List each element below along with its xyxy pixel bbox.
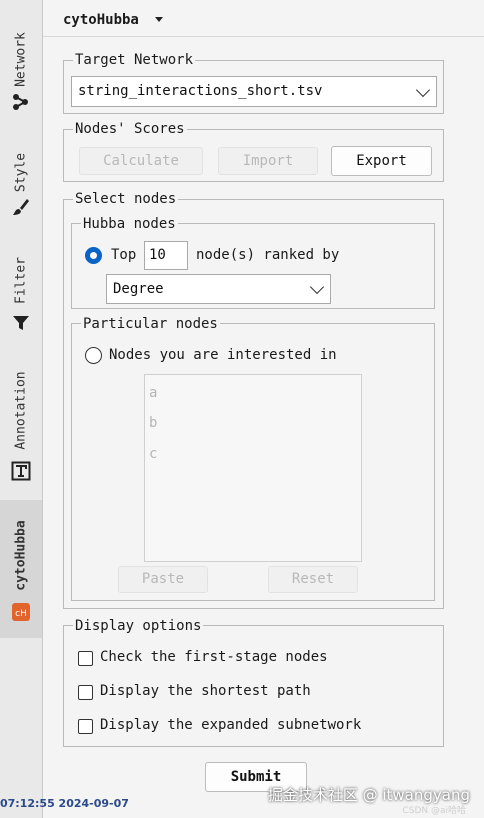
- cytohubba-icon: cH: [12, 603, 30, 621]
- brush-icon: [13, 199, 29, 215]
- status-timestamp: 07:12:55 2024-09-07: [0, 797, 129, 810]
- list-item: a: [149, 385, 158, 401]
- calculate-button[interactable]: Calculate: [79, 147, 203, 175]
- top-count-value: 10: [149, 247, 166, 263]
- watermark-small: CSDN @ai哈哈: [402, 806, 466, 816]
- shortest-path-checkbox[interactable]: [78, 685, 93, 700]
- tab-cytohubba-label: cytoHubba: [13, 520, 29, 591]
- target-network-value: string_interactions_short.tsv: [78, 83, 323, 99]
- tab-network-label: Network: [13, 32, 29, 87]
- list-item: b: [149, 415, 158, 431]
- tab-filter-label: Filter: [13, 257, 29, 304]
- top-label: Top: [111, 247, 137, 263]
- import-button[interactable]: Import: [218, 147, 318, 175]
- panel-title: cytoHubba: [63, 12, 139, 28]
- annotation-icon: [11, 461, 31, 481]
- target-network-label: Target Network: [73, 52, 196, 68]
- tab-annotation[interactable]: Annotation: [0, 343, 42, 493]
- top-nodes-radio[interactable]: [85, 247, 102, 264]
- tab-style[interactable]: Style: [0, 125, 42, 233]
- cytohubba-panel: cytoHubba Target Network string_interact…: [43, 0, 484, 818]
- chevron-down-icon: [415, 82, 431, 97]
- shortest-path-label: Display the shortest path: [100, 683, 311, 699]
- top-count-input[interactable]: 10: [144, 241, 188, 270]
- ranking-method-value: Degree: [113, 281, 164, 297]
- export-button[interactable]: Export: [331, 146, 432, 176]
- panel-menu-caret-icon[interactable]: [155, 17, 163, 22]
- nodes-scores-label: Nodes' Scores: [73, 121, 187, 137]
- first-stage-checkbox[interactable]: [78, 651, 93, 666]
- list-item: c: [149, 446, 158, 462]
- side-tab-strip: Network Style Filter Annotation cytoHubb…: [0, 0, 43, 818]
- svg-text:cH: cH: [15, 609, 27, 619]
- paste-button[interactable]: Paste: [118, 566, 208, 593]
- expanded-subnetwork-label: Display the expanded subnetwork: [100, 717, 362, 733]
- filter-icon: [13, 316, 29, 330]
- expanded-subnetwork-checkbox[interactable]: [78, 719, 93, 734]
- select-nodes-label: Select nodes: [73, 191, 179, 207]
- tab-filter[interactable]: Filter: [0, 233, 42, 343]
- particular-nodes-radio[interactable]: [85, 347, 102, 364]
- network-icon: [13, 94, 28, 110]
- reset-button[interactable]: Reset: [268, 566, 358, 593]
- particular-nodes-list[interactable]: a b c: [144, 374, 362, 562]
- display-options-label: Display options: [73, 618, 204, 634]
- hubba-nodes-label: Hubba nodes: [81, 216, 178, 232]
- tab-cytohubba[interactable]: cytoHubba cH: [0, 500, 42, 638]
- ranked-by-label: node(s) ranked by: [196, 247, 340, 263]
- tab-style-label: Style: [13, 152, 29, 193]
- tab-annotation-label: Annotation: [13, 371, 29, 450]
- ranking-method-select[interactable]: Degree: [106, 274, 331, 304]
- target-network-select[interactable]: string_interactions_short.tsv: [71, 76, 437, 107]
- first-stage-label: Check the first-stage nodes: [100, 649, 328, 665]
- particular-nodes-label: Particular nodes: [81, 316, 220, 332]
- chevron-down-icon: [309, 279, 325, 295]
- watermark: 掘金技术社区 @ itwangyang: [267, 786, 470, 804]
- header-divider: [43, 36, 484, 37]
- tab-network[interactable]: Network: [0, 0, 42, 125]
- particular-nodes-radio-label: Nodes you are interested in: [109, 347, 337, 363]
